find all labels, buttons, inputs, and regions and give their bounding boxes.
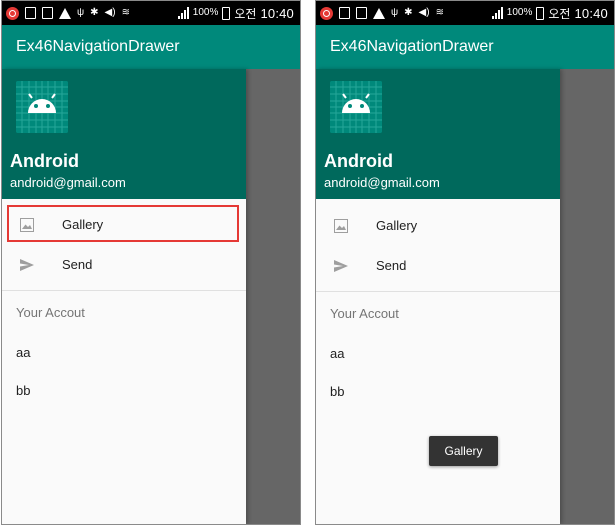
menu-item-label: Gallery	[376, 218, 418, 233]
warning-icon	[373, 7, 385, 19]
status-bar: ψ ✱ ◀) ≋ 100% 오전 10:40	[316, 1, 614, 25]
send-icon	[334, 260, 348, 272]
clock-ampm: 오전	[548, 6, 571, 21]
signal-icon	[177, 7, 189, 19]
section-title: Your Accout	[16, 305, 85, 320]
section-item-bb[interactable]: bb	[330, 384, 344, 399]
menu-item-label: Send	[62, 257, 93, 272]
clock-ampm: 오전	[234, 6, 257, 21]
battery-percent: 100%	[506, 7, 533, 18]
usb-icon: ψ	[77, 7, 85, 18]
drawer-user-name: Android	[324, 151, 393, 171]
menu-item-label: Send	[376, 258, 407, 273]
app-bar: Ex46NavigationDrawer	[316, 25, 614, 69]
section-item-aa[interactable]: aa	[330, 346, 344, 361]
volume-icon: ◀)	[418, 7, 430, 18]
status-bar: ψ ✱ ◀) ≋ 100% 오전 10:40	[2, 1, 300, 25]
left-phone-screen: ψ ✱ ◀) ≋ 100% 오전 10:40 Ex46NavigationDra…	[1, 0, 301, 525]
menu-item-gallery[interactable]: Gallery	[316, 206, 560, 246]
sim-icon	[25, 7, 36, 19]
menu-item-send[interactable]: Send	[2, 245, 246, 285]
app-title: Ex46NavigationDrawer	[330, 38, 494, 55]
menu-divider	[2, 290, 246, 291]
right-phone-screen: ψ ✱ ◀) ≋ 100% 오전 10:40 Ex46NavigationDra…	[315, 0, 615, 525]
app-title: Ex46NavigationDrawer	[16, 38, 180, 55]
drawer-user-email: android@gmail.com	[324, 175, 440, 190]
storage-icon	[42, 7, 53, 19]
warning-icon	[59, 7, 71, 19]
android-avatar-icon[interactable]	[330, 81, 382, 133]
section-item-aa[interactable]: aa	[16, 345, 30, 360]
sim-icon	[339, 7, 350, 19]
section-item-bb[interactable]: bb	[16, 383, 30, 398]
battery-icon	[536, 6, 545, 20]
wifi-icon: ≋	[121, 7, 130, 18]
menu-item-send[interactable]: Send	[316, 246, 560, 286]
usb-icon: ψ	[391, 7, 399, 18]
drawer-header: Android android@gmail.com	[316, 69, 560, 199]
volume-icon: ◀)	[104, 7, 116, 18]
notification-app-icon	[320, 6, 333, 20]
toast-message: Gallery	[429, 436, 498, 466]
gallery-icon	[334, 219, 348, 233]
drawer-header: Android android@gmail.com	[2, 69, 246, 199]
drawer-user-email: android@gmail.com	[10, 175, 126, 190]
app-bar: Ex46NavigationDrawer	[2, 25, 300, 69]
navigation-drawer: Android android@gmail.com Gallery Send Y…	[2, 69, 246, 524]
drawer-user-name: Android	[10, 151, 79, 171]
battery-icon	[222, 6, 231, 20]
android-avatar-icon[interactable]	[16, 81, 68, 133]
battery-percent: 100%	[192, 7, 219, 18]
navigation-drawer: Android android@gmail.com Gallery Send Y…	[316, 69, 560, 524]
android-debug-icon: ✱	[90, 7, 99, 18]
clock-time: 10:40	[574, 5, 608, 21]
wifi-icon: ≋	[435, 7, 444, 18]
menu-divider	[316, 291, 560, 292]
clock-time: 10:40	[260, 5, 294, 21]
signal-icon	[491, 7, 503, 19]
android-debug-icon: ✱	[404, 7, 413, 18]
section-title: Your Accout	[330, 306, 399, 321]
gallery-highlight-box	[7, 205, 239, 242]
notification-app-icon	[6, 6, 19, 20]
send-icon	[20, 259, 34, 271]
storage-icon	[356, 7, 367, 19]
